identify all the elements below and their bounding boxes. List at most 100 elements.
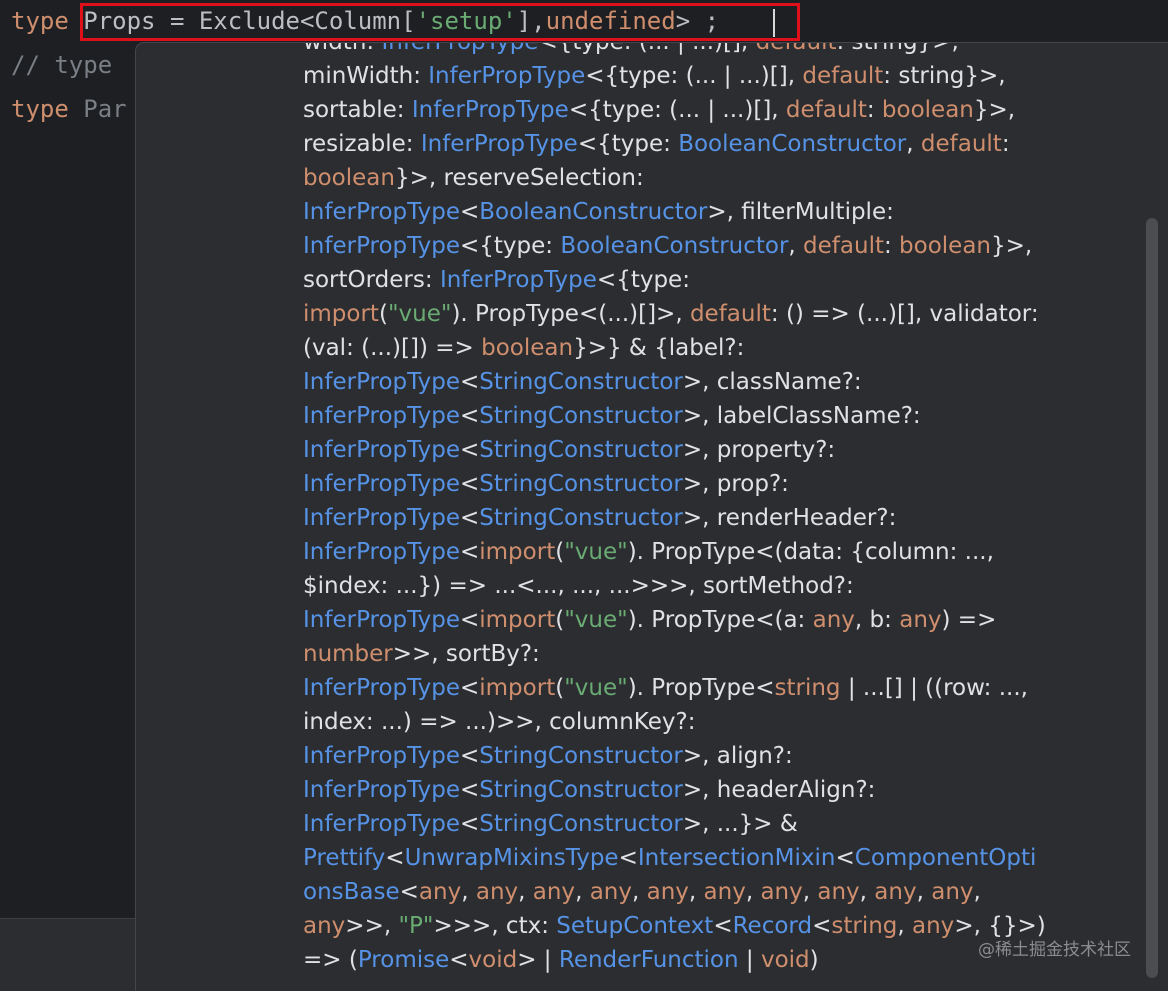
doc-token: < — [459, 199, 480, 225]
doc-token: void — [760, 947, 810, 973]
type-link[interactable]: InferPropType — [303, 233, 460, 259]
highlight-box — [80, 3, 800, 41]
doc-token: : — [883, 233, 900, 259]
type-link[interactable]: onsBase — [303, 879, 400, 905]
type-link[interactable]: BooleanConstructor — [479, 199, 707, 225]
type-link[interactable]: StringConstructor — [479, 369, 683, 395]
type-link[interactable]: InferPropType — [303, 471, 460, 497]
doc-token: any — [874, 879, 917, 905]
popup-scrollbar[interactable] — [1146, 218, 1158, 978]
doc-token: ). PropType<(...)[]>, — [451, 301, 690, 327]
type-link[interactable]: StringConstructor — [479, 437, 683, 463]
doc-token: < — [459, 505, 480, 531]
type-link[interactable]: InferPropType — [303, 777, 460, 803]
type-link[interactable]: InferPropType — [303, 505, 460, 531]
type-link[interactable]: Prettify — [303, 845, 385, 871]
code-line-2[interactable]: // type — [11, 45, 112, 85]
doc-token: < — [713, 913, 733, 939]
doc-token: , — [916, 879, 932, 905]
doc-token: any — [817, 879, 860, 905]
doc-token: "vue" — [387, 301, 452, 327]
doc-line: minWidth: InferPropType<{type: (... | ..… — [303, 59, 1093, 93]
type-link[interactable]: RenderFunction — [559, 947, 739, 973]
doc-line: InferPropType<StringConstructor>, labelC… — [303, 399, 1093, 433]
doc-token: any — [760, 879, 803, 905]
doc-token: sortOrders: — [303, 267, 440, 293]
doc-token: <{type: (... | ...)[], — [585, 63, 803, 89]
type-link[interactable]: InferPropType — [303, 607, 460, 633]
doc-token: < — [399, 879, 419, 905]
type-link[interactable]: InferPropType — [303, 369, 460, 395]
type-info-popup[interactable]: width: InferPropType<{type: (... | ...)[… — [135, 42, 1168, 991]
doc-line: InferPropType<StringConstructor>, prop?: — [303, 467, 1093, 501]
doc-token: <{type: — [596, 267, 690, 293]
doc-token: }>, reserveSelection: — [394, 165, 644, 191]
partial-identifier: Par — [68, 95, 127, 123]
type-link[interactable]: InferPropType — [303, 403, 460, 429]
doc-token: boolean — [881, 97, 974, 123]
doc-token: ). PropType<(data: {column: ..., — [627, 539, 994, 565]
type-link[interactable]: SetupContext — [556, 913, 713, 939]
code-line-3[interactable]: type Par — [11, 89, 127, 129]
type-link[interactable]: InferPropType — [303, 811, 460, 837]
keyword-type: type — [11, 95, 69, 123]
doc-token: sortable: — [303, 97, 412, 123]
doc-token: : () => (...)[], validator: — [770, 301, 1039, 327]
doc-token: < — [459, 403, 480, 429]
doc-token: any — [589, 879, 632, 905]
type-link[interactable]: BooleanConstructor — [678, 131, 906, 157]
doc-token: : — [866, 97, 882, 123]
type-link[interactable]: StringConstructor — [479, 403, 683, 429]
type-link[interactable]: IntersectionMixin — [638, 845, 836, 871]
doc-token: any — [899, 607, 942, 633]
type-link[interactable]: ComponentOpti — [855, 845, 1037, 871]
doc-token: , — [745, 879, 761, 905]
doc-token: import — [303, 301, 379, 327]
doc-line: resizable: InferPropType<{type: BooleanC… — [303, 127, 1093, 161]
type-link[interactable]: StringConstructor — [479, 743, 683, 769]
type-link[interactable]: InferPropType — [303, 539, 460, 565]
doc-line: InferPropType<{type: BooleanConstructor,… — [303, 229, 1093, 263]
doc-token: boolean — [303, 165, 395, 191]
doc-token: >, align?: — [682, 743, 793, 769]
type-link[interactable]: InferPropType — [428, 63, 585, 89]
doc-token: < — [459, 675, 480, 701]
doc-token: , — [688, 879, 704, 905]
type-link[interactable]: StringConstructor — [479, 777, 683, 803]
type-link[interactable]: InferPropType — [303, 199, 460, 225]
type-link[interactable]: InferPropType — [303, 675, 460, 701]
doc-token: any — [475, 879, 519, 905]
doc-token: < — [459, 811, 480, 837]
type-link[interactable]: InferPropType — [421, 131, 578, 157]
doc-token: , — [518, 879, 533, 905]
doc-token: < — [812, 913, 832, 939]
doc-line: import("vue"). PropType<(...)[]>, defaul… — [303, 297, 1093, 331]
type-link[interactable]: InferPropType — [381, 43, 538, 55]
doc-token: > | — [517, 947, 559, 973]
type-link[interactable]: InferPropType — [303, 437, 460, 463]
type-link[interactable]: InferPropType — [440, 267, 597, 293]
text-caret — [773, 9, 775, 37]
doc-token: >, headerAlign?: — [682, 777, 876, 803]
doc-token: : string}>, — [883, 63, 1006, 89]
doc-token: , — [802, 879, 818, 905]
doc-token: <{type: — [459, 233, 561, 259]
type-link[interactable]: InferPropType — [303, 743, 460, 769]
doc-token: }>, — [973, 97, 1016, 123]
doc-token: any — [646, 879, 689, 905]
type-link[interactable]: BooleanConstructor — [560, 233, 788, 259]
doc-token: < — [385, 845, 405, 871]
doc-line: sortable: InferPropType<{type: (... | ..… — [303, 93, 1093, 127]
doc-token: >, renderHeader?: — [682, 505, 897, 531]
type-link[interactable]: Record — [733, 913, 812, 939]
doc-line: $index: ...}) => ...<..., ..., ...>>>, s… — [303, 569, 1093, 603]
type-link[interactable]: StringConstructor — [479, 471, 683, 497]
type-link[interactable]: InferPropType — [412, 97, 569, 123]
type-link[interactable]: UnwrapMixinsType — [405, 845, 619, 871]
type-link[interactable]: Promise — [358, 947, 449, 973]
doc-line: (val: (...)[]) => boolean}>} & {label?: — [303, 331, 1093, 365]
doc-token: < — [459, 539, 480, 565]
type-link[interactable]: StringConstructor — [479, 505, 683, 531]
doc-token: any — [912, 913, 955, 939]
type-link[interactable]: StringConstructor — [479, 811, 683, 837]
